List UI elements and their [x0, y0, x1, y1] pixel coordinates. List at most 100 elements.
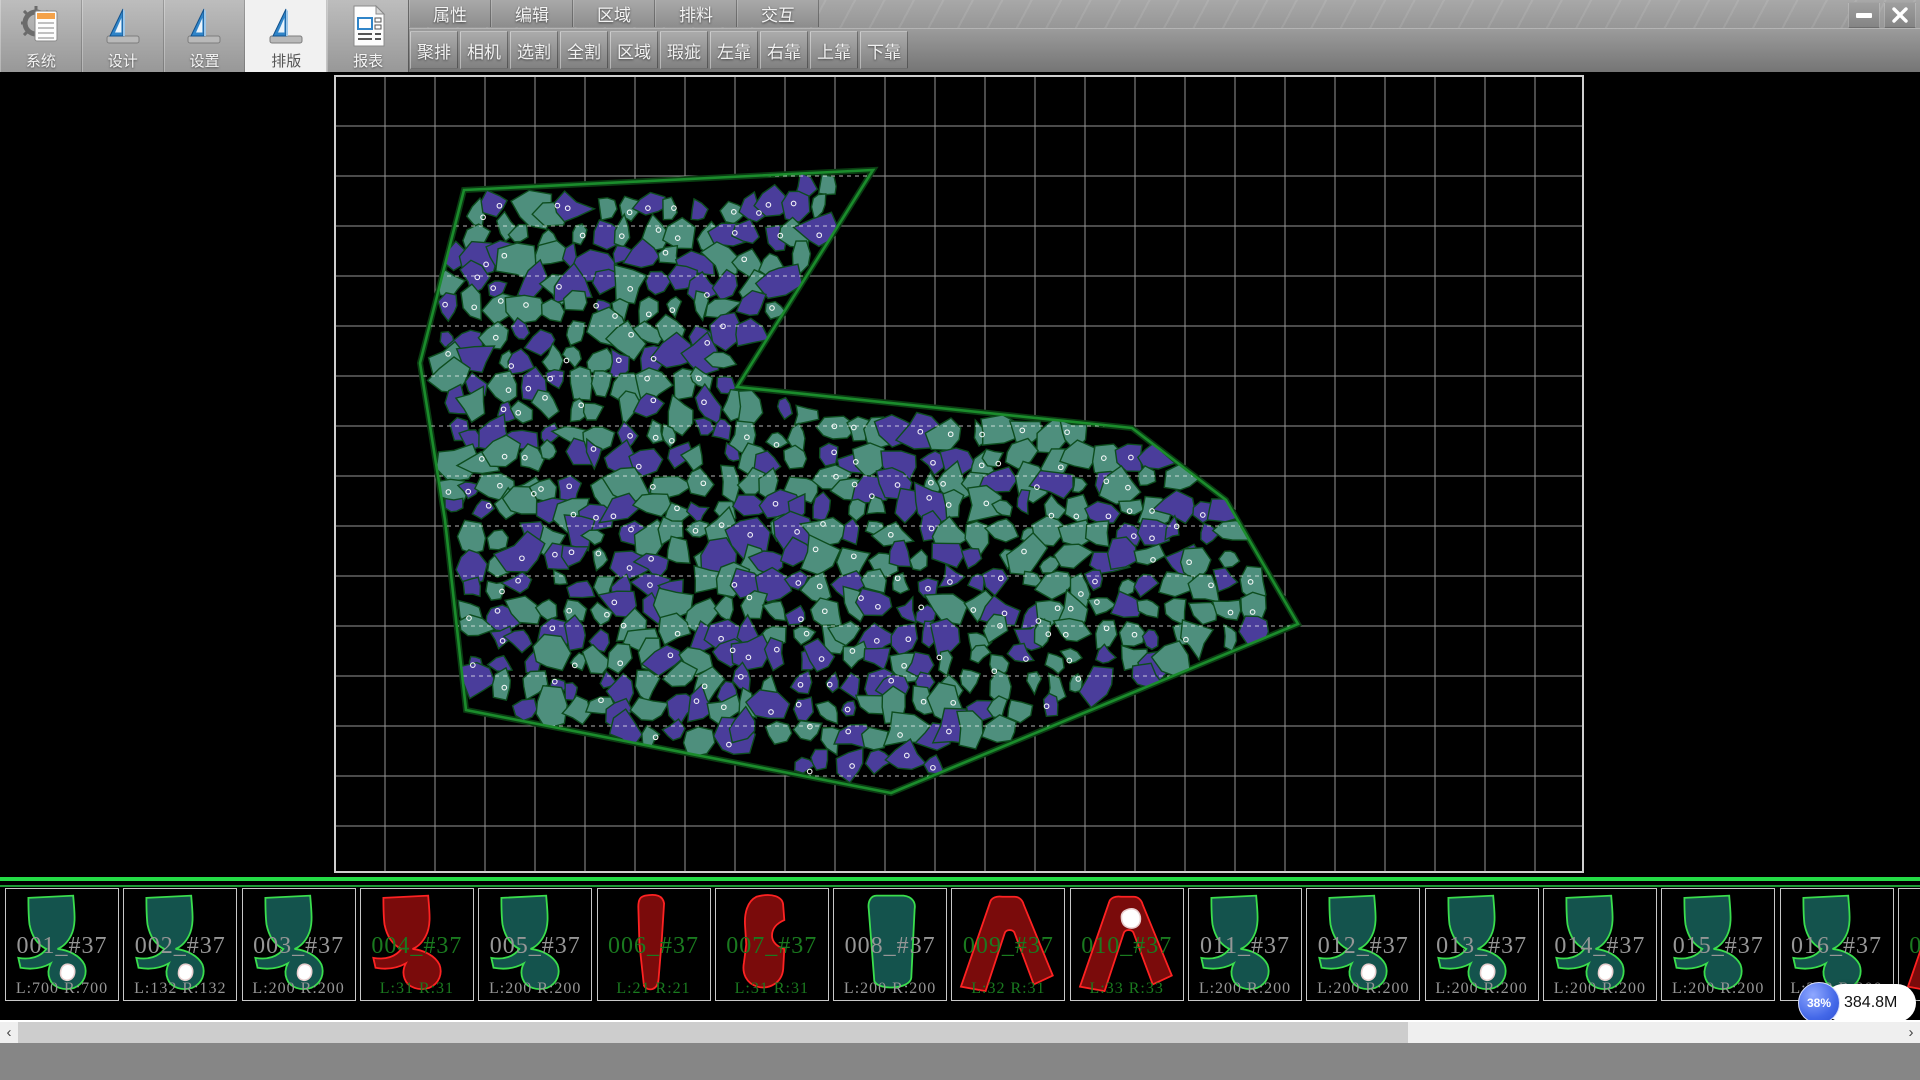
close-icon — [1892, 7, 1908, 23]
thumbnail-lr-count: L:200 R:200 — [1544, 980, 1656, 998]
nesting-ruler-icon — [263, 3, 309, 49]
thumbnail-lr-count: L:200 R:200 — [243, 980, 355, 998]
scroll-left-arrow[interactable]: ‹ — [0, 1022, 18, 1043]
nav-item-label: 排版 — [271, 50, 301, 71]
thumbnail-cell-008_#37[interactable]: 008_#37 L:200 R:200 — [833, 888, 947, 1001]
minimize-icon — [1856, 13, 1872, 18]
nav-item-排版[interactable]: 排版 — [245, 0, 327, 72]
tool-button-1[interactable]: 相机 — [460, 31, 508, 69]
report-doc-icon — [345, 3, 391, 49]
nav-item-label: 设计 — [108, 50, 138, 71]
tool-button-7[interactable]: 右靠 — [760, 31, 808, 69]
thumbnail-cell-006_#37[interactable]: 006_#37 L:21 R:21 — [597, 888, 711, 1001]
canvas-area[interactable] — [0, 72, 1920, 877]
horizontal-scrollbar[interactable]: ‹ › — [0, 1020, 1920, 1045]
close-button[interactable] — [1884, 2, 1916, 28]
thumbnail-lr-count: L:32 R:31 — [952, 980, 1064, 998]
thumbnail-label: 012_#37 — [1307, 933, 1419, 960]
thumbnail-label: 013_#37 — [1426, 933, 1538, 960]
thumbnail-lr-count: L:21 R:21 — [598, 980, 710, 998]
thumbnail-lr-count: L:700 R:700 — [6, 980, 118, 998]
thumbnail-lr-count: L:200 R:200 — [1307, 980, 1419, 998]
thumbnail-lr-count: L:200 R:200 — [1189, 980, 1301, 998]
thumbnail-cell-015_#37[interactable]: 015_#37 L:200 R:200 — [1661, 888, 1775, 1001]
nav-item-label: 系统 — [26, 50, 56, 71]
thumbnail-label: 007_#37 — [716, 933, 828, 960]
film-strip: 001_#37 L:700 R:700 002_#37 L:132 R:132 003_… — [0, 877, 1920, 1008]
tool-button-5[interactable]: 瑕疵 — [660, 31, 708, 69]
window-controls — [1848, 2, 1916, 28]
thumbnail-label: 015_#37 — [1662, 933, 1774, 960]
system-gear-icon — [18, 3, 64, 49]
thumbnail-label: 002_#37 — [124, 933, 236, 960]
nav-item-报表[interactable]: 报表 — [327, 0, 409, 72]
thumbnail-cell-001_#37[interactable]: 001_#37 L:700 R:700 — [5, 888, 119, 1001]
memory-used: 384.8M — [1844, 982, 1914, 1024]
memory-percent: 38% — [1807, 996, 1831, 1010]
menu-item-属性[interactable]: 属性 — [409, 0, 491, 27]
menu-item-编辑[interactable]: 编辑 — [491, 0, 573, 27]
thumbnail-cell-005_#37[interactable]: 005_#37 L:200 R:200 — [478, 888, 592, 1001]
thumbnail-label: 003_#37 — [243, 933, 355, 960]
menu-item-区域[interactable]: 区域 — [573, 0, 655, 27]
thumbnail-lr-count: L:200 R:200 — [1662, 980, 1774, 998]
nesting-canvas[interactable] — [0, 72, 1920, 877]
nav-item-设计[interactable]: 设计 — [82, 0, 164, 72]
tool-button-3[interactable]: 全割 — [560, 31, 608, 69]
thumbnail-lr-count: L:200 R:200 — [1426, 980, 1538, 998]
bottom-filler — [0, 1043, 1920, 1080]
thumbnail-label: 005_#37 — [479, 933, 591, 960]
thumbnail-lr-count: L:200 R:200 — [479, 980, 591, 998]
tool-button-4[interactable]: 区域 — [610, 31, 658, 69]
thumbnail-label: 008_#37 — [834, 933, 946, 960]
scroll-right-arrow[interactable]: › — [1902, 1022, 1920, 1043]
thumbnail-cell-013_#37[interactable]: 013_#37 L:200 R:200 — [1425, 888, 1539, 1001]
nav-item-设置[interactable]: 设置 — [164, 0, 246, 72]
thumbnail-lr-count: L:31 R:31 — [361, 980, 473, 998]
thumbnail-label: 011_#37 — [1189, 933, 1301, 960]
title-bar: 属性编辑区域排料交互 聚排相机选割全割区域瑕疵左靠右靠上靠下靠 系统设计设置排版… — [0, 0, 1920, 72]
menu-bar: 属性编辑区域排料交互 — [409, 0, 819, 28]
tool-button-6[interactable]: 左靠 — [710, 31, 758, 69]
thumbnail-label: 004_#37 — [361, 933, 473, 960]
nav-item-系统[interactable]: 系统 — [0, 0, 82, 72]
scrollbar-thumb[interactable] — [18, 1022, 1408, 1043]
thumbnail-cell-003_#37[interactable]: 003_#37 L:200 R:200 — [242, 888, 356, 1001]
app-window: 属性编辑区域排料交互 聚排相机选割全割区域瑕疵左靠右靠上靠下靠 系统设计设置排版… — [0, 0, 1920, 1080]
memory-percent-circle: 38% — [1798, 982, 1840, 1024]
thumbnail-label: 010_#37 — [1071, 933, 1183, 960]
thumbnail-cell-014_#37[interactable]: 014_#37 L:200 R:200 — [1543, 888, 1657, 1001]
toolbar: 聚排相机选割全割区域瑕疵左靠右靠上靠下靠 — [409, 28, 1920, 72]
menu-item-排料[interactable]: 排料 — [655, 0, 737, 27]
menu-item-交互[interactable]: 交互 — [737, 0, 819, 27]
tool-button-8[interactable]: 上靠 — [810, 31, 858, 69]
thumbnail-label: 006_#37 — [598, 933, 710, 960]
nav-item-label: 报表 — [353, 50, 383, 71]
thumbnail-lr-count: L:31 R:31 — [716, 980, 828, 998]
settings-ruler-icon — [181, 3, 227, 49]
nav-bar: 系统 设计 设置 排版 报表 — [0, 0, 409, 72]
thumbnail-cell-002_#37[interactable]: 002_#37 L:132 R:132 — [123, 888, 237, 1001]
strip-divider-line — [0, 877, 1920, 881]
thumbnail-cell-007_#37[interactable]: 007_#37 L:31 R:31 — [715, 888, 829, 1001]
thumbnail-cell-012_#37[interactable]: 012_#37 L:200 R:200 — [1306, 888, 1420, 1001]
thumbnail-cell-004_#37[interactable]: 004_#37 L:31 R:31 — [360, 888, 474, 1001]
thumbnail-label: 014_#37 — [1544, 933, 1656, 960]
design-ruler-icon — [100, 3, 146, 49]
thumbnail-label: 017_#37 — [1899, 933, 1920, 960]
strip-divider-line-2 — [0, 885, 1920, 887]
thumbnail-cell-011_#37[interactable]: 011_#37 L:200 R:200 — [1188, 888, 1302, 1001]
thumbnail-label: 009_#37 — [952, 933, 1064, 960]
thumbnail-lr-count: L:132 R:132 — [124, 980, 236, 998]
thumbnail-label: 016_#37 — [1781, 933, 1893, 960]
nav-item-label: 设置 — [189, 50, 219, 71]
thumbnail-cell-009_#37[interactable]: 009_#37 L:32 R:31 — [951, 888, 1065, 1001]
thumbnail-lr-count: L:33 R:33 — [1071, 980, 1183, 998]
tool-button-2[interactable]: 选割 — [510, 31, 558, 69]
minimize-button[interactable] — [1848, 2, 1880, 28]
thumbnail-cell-010_#37[interactable]: 010_#37 L:33 R:33 — [1070, 888, 1184, 1001]
thumbnail-label: 001_#37 — [6, 933, 118, 960]
tool-button-9[interactable]: 下靠 — [860, 31, 908, 69]
tool-button-0[interactable]: 聚排 — [410, 31, 458, 69]
thumbnail-lr-count: L:200 R:200 — [834, 980, 946, 998]
